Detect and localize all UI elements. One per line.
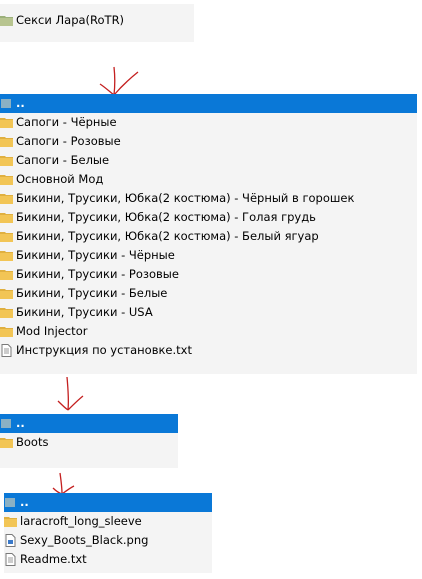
- folder-icon: [4, 515, 17, 528]
- list-item-label: ..: [16, 96, 25, 110]
- file-panel-main: .. Сапоги - Чёрные Сапоги - Розовые Сапо…: [0, 94, 417, 374]
- list-item[interactable]: Mod Injector: [0, 322, 417, 341]
- folder-icon: [0, 135, 13, 148]
- list-item-label: Инструкция по установке.txt: [16, 343, 192, 357]
- folder-icon: [0, 116, 13, 129]
- folder-icon: [0, 436, 13, 449]
- parent-dir-row[interactable]: ..: [0, 414, 178, 433]
- list-item[interactable]: Бикини, Трусики - Розовые: [0, 265, 417, 284]
- list-item[interactable]: Readme.txt: [4, 550, 212, 569]
- folder-icon: [0, 325, 13, 338]
- list-item-label: ..: [20, 495, 29, 509]
- list-item[interactable]: laracroft_long_sleeve: [4, 512, 212, 531]
- list-item[interactable]: Boots: [0, 433, 178, 452]
- list-item[interactable]: Бикини, Трусики, Юбка(2 костюма) - Голая…: [0, 208, 417, 227]
- list-item-label: Бикини, Трусики, Юбка(2 костюма) - Голая…: [16, 210, 316, 224]
- list-item[interactable]: Секси Лара(RoTR): [0, 11, 194, 30]
- list-item[interactable]: Сапоги - Чёрные: [0, 113, 417, 132]
- list-item-label: Сапоги - Чёрные: [16, 115, 117, 129]
- list-item-label: Бикини, Трусики - Чёрные: [16, 248, 175, 262]
- list-item-label: Бикини, Трусики, Юбка(2 костюма) - Белый…: [16, 229, 319, 243]
- list-item-label: Readme.txt: [20, 552, 87, 566]
- list-item[interactable]: Сапоги - Розовые: [0, 132, 417, 151]
- file-panel-files: .. laracroft_long_sleeve Sexy_Boots_Blac…: [4, 493, 212, 573]
- list-item-label: Sexy_Boots_Black.png: [20, 533, 149, 547]
- file-panel-boots: .. Boots: [0, 414, 178, 468]
- folder-icon: [0, 173, 13, 186]
- parent-dir-row[interactable]: ..: [0, 94, 417, 113]
- list-item-label: ..: [16, 416, 25, 430]
- list-item-label: Секси Лара(RoTR): [16, 13, 125, 27]
- list-item[interactable]: Бикини, Трусики, Юбка(2 костюма) - Чёрны…: [0, 189, 417, 208]
- text-file-icon: [4, 553, 17, 566]
- list-item-label: Основной Мод: [16, 172, 104, 186]
- up-folder-icon: [4, 496, 17, 509]
- folder-icon: [0, 306, 13, 319]
- list-item-label: Boots: [16, 435, 49, 449]
- text-file-icon: [0, 344, 13, 357]
- folder-icon: [0, 268, 13, 281]
- file-panel-top: Секси Лара(RoTR): [0, 4, 194, 42]
- list-item-label: Бикини, Трусики - Белые: [16, 286, 168, 300]
- list-item-label: Бикини, Трусики - USA: [16, 305, 153, 319]
- list-item-label: Бикини, Трусики - Розовые: [16, 267, 179, 281]
- arrow-annotation: [57, 376, 84, 411]
- list-item[interactable]: Основной Мод: [0, 170, 417, 189]
- list-item[interactable]: Бикини, Трусики - Белые: [0, 284, 417, 303]
- up-folder-icon: [0, 417, 13, 430]
- list-item-label: Бикини, Трусики, Юбка(2 костюма) - Чёрны…: [16, 191, 355, 205]
- image-file-icon: [4, 534, 17, 547]
- list-item-label: Сапоги - Белые: [16, 153, 110, 167]
- list-item[interactable]: Инструкция по установке.txt: [0, 341, 417, 360]
- parent-dir-row[interactable]: ..: [4, 493, 212, 512]
- list-item[interactable]: Бикини, Трусики, Юбка(2 костюма) - Белый…: [0, 227, 417, 246]
- up-folder-icon: [0, 97, 13, 110]
- folder-icon: [0, 192, 13, 205]
- list-item-label: Сапоги - Розовые: [16, 134, 121, 148]
- folder-icon: [0, 230, 13, 243]
- folder-icon: [0, 154, 13, 167]
- list-item[interactable]: Бикини, Трусики - USA: [0, 303, 417, 322]
- folder-icon: [0, 249, 13, 262]
- folder-green-icon: [0, 14, 13, 27]
- folder-icon: [0, 211, 13, 224]
- list-item[interactable]: Сапоги - Белые: [0, 151, 417, 170]
- list-item[interactable]: Бикини, Трусики - Чёрные: [0, 246, 417, 265]
- list-item[interactable]: Sexy_Boots_Black.png: [4, 531, 212, 550]
- folder-icon: [0, 287, 13, 300]
- list-item-label: Mod Injector: [16, 324, 88, 338]
- list-item-label: laracroft_long_sleeve: [20, 514, 142, 528]
